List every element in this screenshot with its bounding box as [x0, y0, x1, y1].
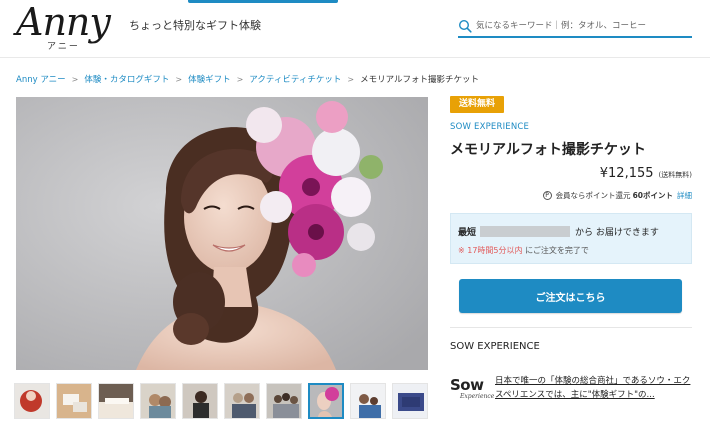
seller-section-title: SOW EXPERIENCE: [450, 341, 540, 352]
thumbnail-8-active[interactable]: [308, 383, 344, 419]
chevron-right-icon: >: [71, 74, 79, 84]
search-input[interactable]: [476, 17, 686, 35]
delivery-suffix: から お届けできます: [575, 228, 659, 238]
header-accent-bar: [188, 0, 338, 3]
site-header: Anny アニー ちょっと特別なギフト体験: [0, 0, 710, 58]
chevron-right-icon: >: [236, 74, 244, 84]
delivery-info-box: 最短 から お届けできます ※ 17時間5分以内 にご注文を完了で: [450, 213, 692, 264]
price-row: ¥12,155 (送料無料): [600, 166, 692, 181]
points-info: P 会員ならポイント還元 60ポイント 詳細: [542, 190, 692, 201]
portrait-photo: [16, 97, 428, 370]
delivery-date-line: 最短 から お届けできます: [458, 225, 659, 238]
search-icon[interactable]: [458, 19, 472, 33]
points-detail-link[interactable]: 詳細: [677, 190, 692, 201]
points-text: 会員ならポイント還元: [555, 191, 631, 200]
points-icon: P: [542, 191, 552, 200]
sow-experience-logo[interactable]: Sow Experience: [450, 376, 494, 406]
sow-logo-word: Sow: [450, 376, 484, 394]
free-shipping-badge: 送料無料: [450, 96, 505, 113]
thumbnail-4[interactable]: [140, 383, 176, 419]
breadcrumb-activity-ticket[interactable]: アクティビティチケット: [249, 73, 341, 85]
thumbnail-5[interactable]: [182, 383, 218, 419]
product-price: ¥12,155: [599, 166, 654, 181]
logo-text: Anny: [16, 0, 111, 44]
breadcrumb-current: メモリアルフォト撮影チケット: [360, 75, 479, 85]
breadcrumb: Anny アニー > 体験・カタログギフト > 体験ギフト > アクティビティチ…: [16, 72, 479, 86]
site-tagline: ちょっと特別なギフト体験: [129, 19, 261, 32]
deadline-suffix: にご注文を完了で: [525, 246, 589, 255]
logo-kana: アニー: [47, 42, 80, 52]
product-title: メモリアルフォト撮影チケット: [450, 142, 646, 158]
delivery-date-redacted: [480, 226, 571, 237]
price-shipping-note: (送料無料): [658, 171, 692, 179]
delivery-prefix: 最短: [458, 228, 477, 238]
section-divider: [450, 327, 692, 328]
points-value: 60ポイント: [632, 191, 673, 200]
thumbnail-9[interactable]: [350, 383, 386, 419]
main-product-photo[interactable]: [16, 97, 428, 370]
deadline-time: 17時間5分以内: [467, 246, 523, 255]
brand-link[interactable]: SOW EXPERIENCE: [450, 122, 529, 132]
breadcrumb-home[interactable]: Anny アニー: [16, 73, 66, 85]
thumbnail-7[interactable]: [266, 383, 302, 419]
thumbnail-6[interactable]: [224, 383, 260, 419]
thumbnail-10[interactable]: [392, 383, 428, 419]
search-box: [458, 16, 692, 38]
breadcrumb-experience-catalog[interactable]: 体験・カタログギフト: [84, 73, 169, 85]
thumbnail-3[interactable]: [98, 383, 134, 419]
order-button[interactable]: ご注文はこちら: [459, 279, 682, 313]
deadline-prefix: ※: [458, 246, 465, 255]
anny-logo[interactable]: Anny アニー: [16, 0, 116, 52]
thumbnail-strip: [14, 383, 434, 419]
chevron-right-icon: >: [175, 74, 183, 84]
delivery-deadline-line: ※ 17時間5分以内 にご注文を完了で: [458, 245, 589, 256]
sow-logo-sub: Experience: [460, 393, 495, 400]
chevron-right-icon: >: [347, 74, 355, 84]
thumbnail-2[interactable]: [56, 383, 92, 419]
seller-description-link[interactable]: 日本で唯一の「体験の総合商社」であるソウ・エクスペリエンスでは、主に"体験ギフト…: [495, 374, 695, 402]
thumbnail-1[interactable]: [14, 383, 50, 419]
breadcrumb-experience-gift[interactable]: 体験ギフト: [188, 73, 231, 85]
